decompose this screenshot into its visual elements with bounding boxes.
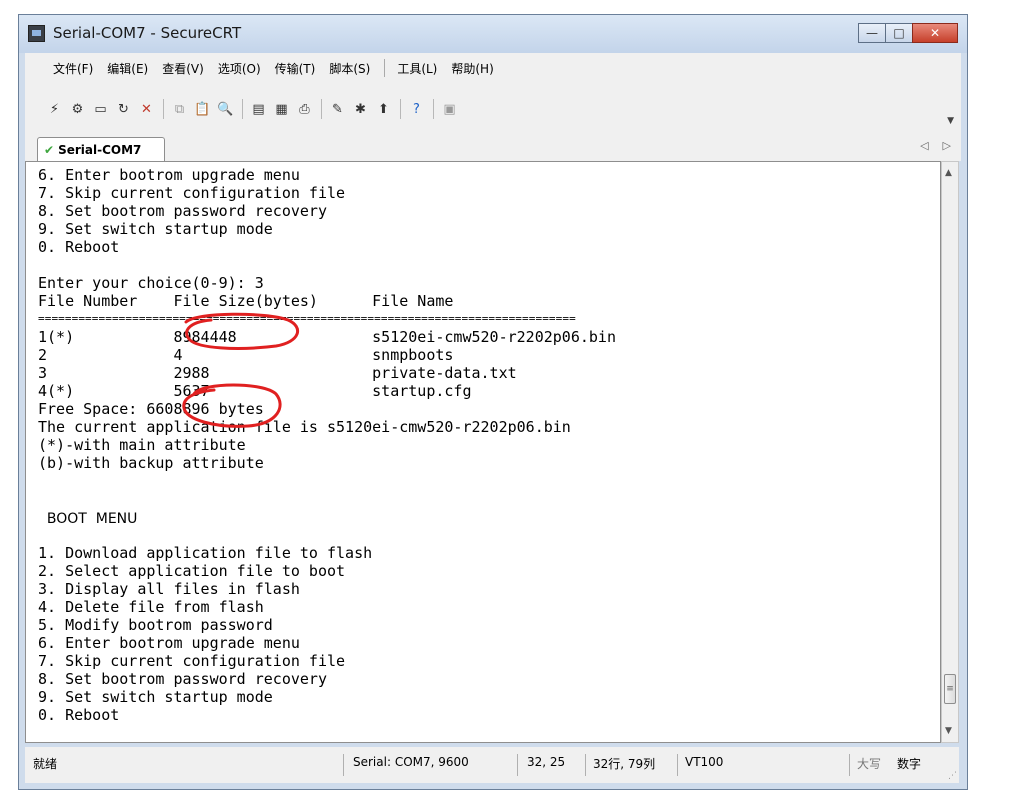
minimize-button[interactable]: — <box>858 23 886 43</box>
tab-scroll-left-icon[interactable]: ◁ <box>920 139 928 152</box>
connect-tab-icon[interactable]: ▭ <box>91 100 110 119</box>
status-size: 32行, 79列 <box>593 757 656 771</box>
status-separator <box>585 754 586 776</box>
toolbar-separator <box>400 99 401 119</box>
copy-icon[interactable]: ⧉ <box>170 100 189 119</box>
red-circle-file-size <box>184 312 300 350</box>
keymap-icon[interactable]: ✱ <box>351 100 370 119</box>
window-controls: — □ ✕ <box>858 23 958 43</box>
status-separator <box>517 754 518 776</box>
status-bar: 就绪 Serial: COM7, 9600 32, 25 32行, 79列 VT… <box>25 747 959 783</box>
find-icon[interactable]: 🔍 <box>216 100 235 119</box>
status-emulation: VT100 <box>685 755 724 769</box>
menu-separator <box>384 59 386 77</box>
scroll-down-arrow-icon[interactable]: ▼ <box>945 726 952 736</box>
status-caps: 大写 <box>857 757 882 771</box>
securecrt-window: Serial-COM7 - SecureCRT — □ ✕ 文件(F) 编辑(E… <box>18 14 968 790</box>
title-bar[interactable]: Serial-COM7 - SecureCRT — □ ✕ <box>19 15 967 53</box>
scrollbar-thumb[interactable]: ≡ <box>944 674 956 704</box>
status-ready: 就绪 <box>33 757 58 771</box>
toolbar-overflow-icon[interactable]: ▼ <box>947 116 954 126</box>
menu-tools[interactable]: 工具(L) <box>397 60 437 77</box>
toolbar-separator <box>163 99 164 119</box>
status-separator <box>343 754 344 776</box>
resize-grip-icon[interactable]: ⋰ <box>948 771 957 781</box>
toolbar-separator <box>242 99 243 119</box>
reconnect-icon[interactable]: ↻ <box>114 100 133 119</box>
status-separator <box>849 754 850 776</box>
connect-icon[interactable]: ⚡ <box>45 100 64 119</box>
close-button[interactable]: ✕ <box>912 23 958 43</box>
printer-icon[interactable]: ⎙ <box>295 100 314 119</box>
session-options-icon[interactable]: ✎ <box>328 100 347 119</box>
send-file-icon[interactable]: ▣ <box>440 100 459 119</box>
scroll-up-arrow-icon[interactable]: ▲ <box>945 168 952 178</box>
securecrt-app-icon[interactable] <box>28 25 45 42</box>
status-num: 数字 <box>897 757 922 771</box>
menu-script[interactable]: 脚本(S) <box>329 60 370 77</box>
window-title: Serial-COM7 - SecureCRT <box>53 24 242 42</box>
menu-bar: 文件(F) 编辑(E) 查看(V) 选项(O) 传输(T) 脚本(S) 工具(L… <box>25 53 961 83</box>
terminal-output[interactable]: 6. Enter bootrom upgrade menu 7. Skip cu… <box>25 161 941 743</box>
vertical-scrollbar[interactable]: ▲ ≡ ▼ <box>941 161 959 743</box>
print-icon[interactable]: ▦ <box>272 100 291 119</box>
session-tab-bar: ✔ Serial-COM7 ◁ ▷ <box>25 133 961 161</box>
connected-check-icon: ✔ <box>44 142 55 157</box>
toolbar-separator <box>321 99 322 119</box>
red-circle-free-space <box>182 383 282 428</box>
quick-connect-icon[interactable]: ⚙ <box>68 100 87 119</box>
tab-label: Serial-COM7 <box>58 142 142 157</box>
maximize-button[interactable]: □ <box>885 23 913 43</box>
red-annotation-overlay <box>182 312 300 428</box>
status-cursor: 32, 25 <box>527 755 566 769</box>
status-separator <box>677 754 678 776</box>
tab-serial-com7[interactable]: ✔ Serial-COM7 <box>37 137 165 161</box>
menu-edit[interactable]: 编辑(E) <box>107 60 148 77</box>
disconnect-icon[interactable]: ✕ <box>137 100 156 119</box>
menu-view[interactable]: 查看(V) <box>162 60 204 77</box>
help-icon[interactable]: ? <box>407 100 426 119</box>
print-setup-icon[interactable]: ▤ <box>249 100 268 119</box>
menu-options[interactable]: 选项(O) <box>218 60 261 77</box>
tab-scroll-right-icon[interactable]: ▷ <box>943 139 951 152</box>
toolbar-separator <box>433 99 434 119</box>
menu-help[interactable]: 帮助(H) <box>451 60 493 77</box>
toolbar: ⚡ ⚙ ▭ ↻ ✕ ⧉ 📋 🔍 ▤ ▦ ⎙ ✎ ✱ ⬆ ? ▣ ▼ <box>25 83 961 134</box>
menu-transfer[interactable]: 传输(T) <box>275 60 316 77</box>
paste-icon[interactable]: 📋 <box>193 100 212 119</box>
menu-file[interactable]: 文件(F) <box>53 60 93 77</box>
status-connection: Serial: COM7, 9600 <box>353 755 469 769</box>
sftp-icon[interactable]: ⬆ <box>374 100 393 119</box>
